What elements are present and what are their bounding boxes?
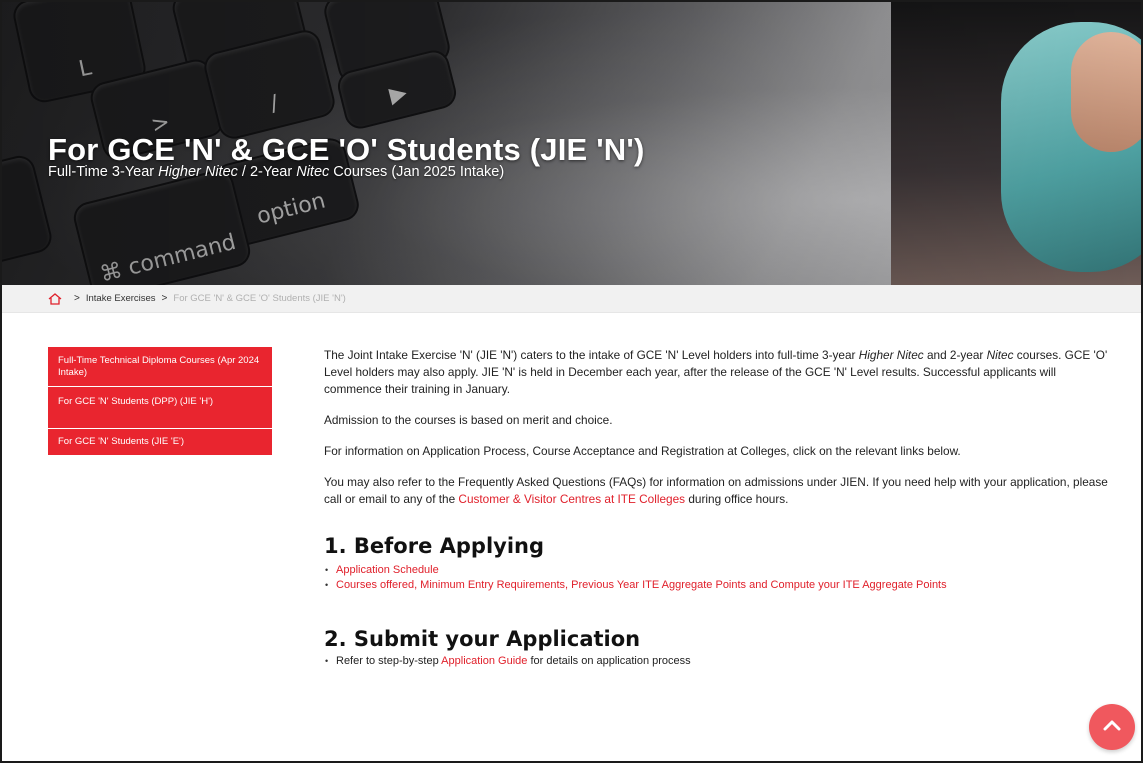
courses-offered-link[interactable]: Courses offered, Minimum Entry Requireme… (336, 579, 947, 591)
breadcrumb-current: For GCE 'N' & GCE 'O' Students (JIE 'N') (173, 293, 346, 304)
list-item: Courses offered, Minimum Entry Requireme… (325, 578, 1109, 593)
subtitle-text: Courses (Jan 2025 Intake) (329, 164, 505, 180)
info-paragraph: For information on Application Process, … (324, 444, 961, 458)
subtitle-text: Full-Time 3-Year (48, 164, 159, 180)
application-schedule-link[interactable]: Application Schedule (336, 564, 439, 576)
sidebar-item-technical-diploma[interactable]: Full-Time Technical Diploma Courses (Apr… (48, 347, 272, 387)
page-title: For GCE 'N' & GCE 'O' Students (JIE 'N') (48, 132, 645, 167)
application-guide-link[interactable]: Application Guide (441, 655, 527, 667)
breadcrumb: > Intake Exercises > For GCE 'N' & GCE '… (2, 285, 1141, 313)
page-subtitle: Full-Time 3-Year Higher Nitec / 2-Year N… (48, 164, 504, 180)
admission-paragraph: Admission to the courses is based on mer… (324, 413, 613, 427)
chevron-up-icon (1103, 718, 1121, 736)
faq-text: during office hours. (685, 492, 789, 506)
section-heading-before-applying: 1. Before Applying (324, 534, 545, 558)
subtitle-emphasis: Nitec (296, 164, 330, 180)
hero-banner: L ? ▶ > / option ⌘ command For GCE 'N' &… (2, 2, 1141, 285)
customer-centres-link[interactable]: Customer & Visitor Centres at ITE Colleg… (458, 492, 685, 506)
breadcrumb-separator: > (74, 293, 80, 304)
breadcrumb-intake-exercises[interactable]: Intake Exercises (86, 293, 156, 304)
intro-text: and 2-year (923, 348, 987, 362)
sidebar-item-jie-e[interactable]: For GCE 'N' Students (JIE 'E') (48, 429, 272, 456)
section-heading-submit-application: 2. Submit your Application (324, 627, 641, 651)
sidebar-item-dpp-jie-h[interactable]: For GCE 'N' Students (DPP) (JIE 'H') (48, 387, 272, 429)
home-icon[interactable] (48, 292, 62, 305)
subtitle-text: / 2-Year (237, 164, 297, 180)
main-content: The Joint Intake Exercise 'N' (JIE 'N') … (324, 347, 1109, 669)
intro-text: The Joint Intake Exercise 'N' (JIE 'N') … (324, 348, 859, 362)
faq-paragraph: You may also refer to the Frequently Ask… (324, 474, 1109, 508)
list-text: Refer to step-by-step (336, 655, 442, 667)
submit-application-list: Refer to step-by-step Application Guide … (324, 654, 1109, 669)
before-applying-list: Application Schedule Courses offered, Mi… (324, 563, 1109, 593)
sidebar-nav: Full-Time Technical Diploma Courses (Apr… (48, 347, 272, 456)
list-item: Refer to step-by-step Application Guide … (325, 654, 1109, 669)
list-item: Application Schedule (325, 563, 1109, 578)
list-text: for details on application process (527, 655, 691, 667)
intro-emphasis: Higher Nitec (858, 348, 924, 362)
breadcrumb-separator: > (161, 293, 168, 304)
intro-paragraph: The Joint Intake Exercise 'N' (JIE 'N') … (324, 347, 1109, 398)
back-to-top-button[interactable] (1089, 704, 1135, 750)
subtitle-emphasis: Higher Nitec (158, 164, 238, 180)
intro-emphasis: Nitec (986, 348, 1014, 362)
